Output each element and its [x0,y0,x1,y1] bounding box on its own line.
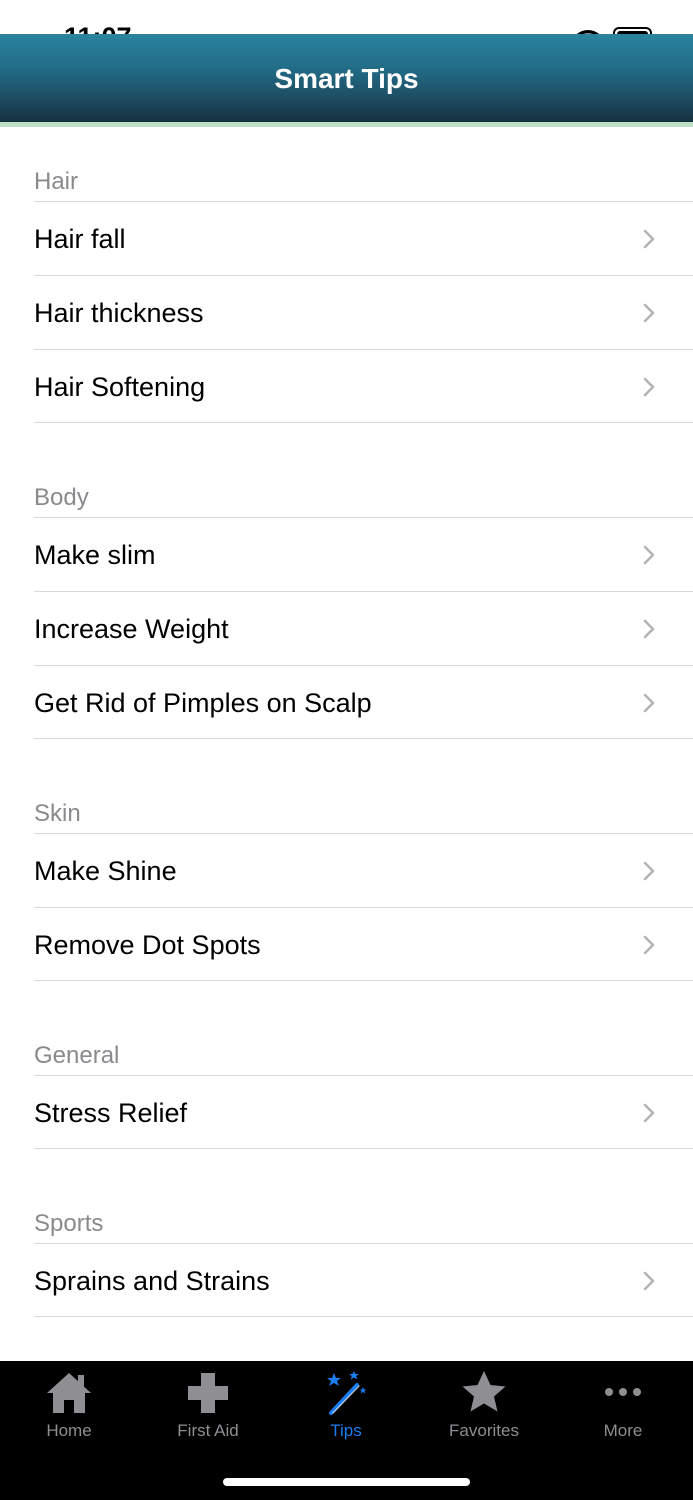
section-header: Sports [0,1169,693,1243]
section-header-label: General [34,1042,120,1069]
tab-tips[interactable]: Tips [277,1369,415,1449]
section-header: Hair [0,127,693,201]
tab-more[interactable]: More [554,1369,692,1449]
chevron-right-icon [643,303,655,323]
section-header-label: Body [34,484,89,511]
section-header-label: Hair [34,168,79,195]
list-item[interactable]: Make slim [34,517,693,591]
chevron-right-icon [643,377,655,397]
chevron-right-icon [643,1103,655,1123]
tab-label: Tips [330,1421,362,1440]
chevron-right-icon [643,545,655,565]
list-item[interactable]: Hair fall [34,201,693,275]
star-icon [462,1371,506,1412]
list-item[interactable]: Hair thickness [34,275,693,349]
chevron-right-icon [643,619,655,639]
list-item-label: Hair thickness [34,298,204,328]
home-indicator[interactable] [223,1478,470,1486]
list-item-label: Hair Softening [34,372,206,402]
section-header: Body [0,443,693,517]
list-item-label: Make Shine [34,856,177,886]
page-title: Smart Tips [274,63,419,94]
navigation-bar: Smart Tips [0,34,693,122]
section-header: Beauty [0,1337,693,1361]
more-icon [605,1388,641,1396]
home-icon [47,1373,91,1413]
chevron-right-icon [643,1271,655,1291]
list-item[interactable]: Make Shine [34,833,693,907]
tab-label: Favorites [449,1421,519,1440]
list-item-label: Remove Dot Spots [34,930,261,960]
list-item[interactable]: Hair Softening [34,349,693,423]
tab-home[interactable]: Home [0,1369,138,1449]
magic-wand-icon [327,1371,367,1415]
chevron-right-icon [643,229,655,249]
tips-list[interactable]: Hair Hair fall Hair thickness Hair Softenin… [0,127,693,1361]
list-item-label: Increase Weight [34,614,229,644]
tab-label: Home [46,1421,92,1440]
chevron-right-icon [643,693,655,713]
tab-favorites[interactable]: Favorites [415,1369,553,1449]
list-item[interactable]: Remove Dot Spots [34,907,693,981]
tab-first-aid[interactable]: First Aid [139,1369,277,1449]
list-item[interactable]: Get Rid of Pimples on Scalp [34,665,693,739]
list-item-label: Make slim [34,540,156,570]
list-item[interactable]: Stress Relief [34,1075,693,1149]
list-item[interactable]: Sprains and Strains [34,1243,693,1317]
section-header: Skin [0,759,693,833]
tab-label: More [603,1421,643,1440]
tab-label: First Aid [177,1421,239,1440]
section-header-label: Sports [34,1210,104,1237]
section-header-label: Skin [34,800,81,827]
status-bar: 11:07 [0,0,693,52]
section-header: General [0,1001,693,1075]
list-item-label: Get Rid of Pimples on Scalp [34,688,372,718]
chevron-right-icon [643,935,655,955]
list-item-label: Sprains and Strains [34,1266,270,1296]
list-item-label: Hair fall [34,224,126,254]
first-aid-icon [188,1373,228,1413]
chevron-right-icon [643,861,655,881]
list-item[interactable]: Increase Weight [34,591,693,665]
list-item-label: Stress Relief [34,1098,188,1128]
